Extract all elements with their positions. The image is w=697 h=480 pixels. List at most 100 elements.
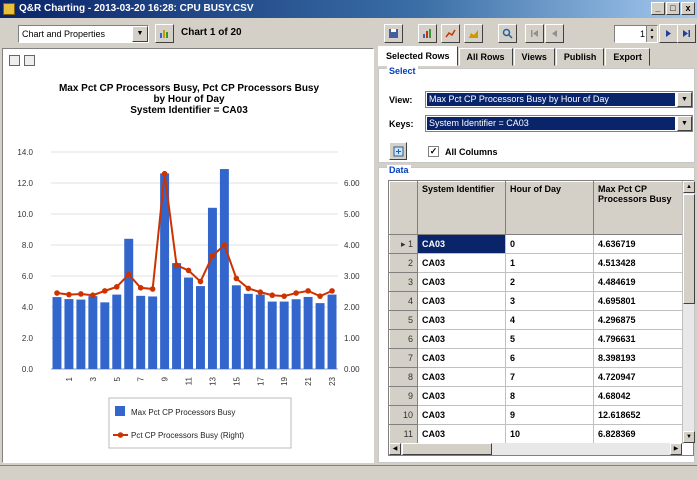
cell-max[interactable]: 4.695801: [593, 291, 684, 311]
column-header-hour[interactable]: Hour of Day: [505, 181, 594, 235]
table-row[interactable]: 10 CA03 9 12.618652: [389, 405, 684, 425]
cell-max[interactable]: 8.398193: [593, 348, 684, 368]
row-number[interactable]: 2: [389, 253, 418, 273]
scroll-thumb[interactable]: [683, 194, 695, 304]
scroll-down-icon[interactable]: ▼: [683, 431, 695, 443]
scroll-right-icon[interactable]: ▶: [670, 443, 682, 455]
row-number[interactable]: 11: [389, 424, 418, 444]
cell-hour[interactable]: 9: [505, 405, 594, 425]
cell-max[interactable]: 4.68042: [593, 386, 684, 406]
row-number[interactable]: 6: [389, 329, 418, 349]
keys-select[interactable]: System Identifier = CA03 ▼: [425, 115, 693, 132]
cell-hour[interactable]: 2: [505, 272, 594, 292]
cell-system[interactable]: CA03: [417, 310, 506, 330]
scroll-left-icon[interactable]: ◀: [389, 443, 401, 455]
cell-max[interactable]: 4.720947: [593, 367, 684, 387]
cell-max[interactable]: 6.828369: [593, 424, 684, 444]
table-row[interactable]: 2 CA03 1 4.513428: [389, 253, 684, 273]
row-number[interactable]: 4: [389, 291, 418, 311]
row-number[interactable]: ▸ 1: [389, 234, 418, 254]
filter-icon: [393, 146, 404, 157]
chart-bar-button[interactable]: [418, 24, 437, 43]
cell-max[interactable]: 4.513428: [593, 253, 684, 273]
table-row[interactable]: 6 CA03 5 4.796631: [389, 329, 684, 349]
row-number[interactable]: 5: [389, 310, 418, 330]
table-row[interactable]: 4 CA03 3 4.695801: [389, 291, 684, 311]
row-number[interactable]: 10: [389, 405, 418, 425]
view-select[interactable]: Max Pct CP Processors Busy by Hour of Da…: [425, 91, 693, 108]
hscroll-thumb[interactable]: [402, 443, 492, 455]
cell-system[interactable]: CA03: [417, 348, 506, 368]
cell-system[interactable]: CA03: [417, 253, 506, 273]
cell-max[interactable]: 4.796631: [593, 329, 684, 349]
table-row[interactable]: ▸ 1 CA03 0 4.636719: [389, 234, 684, 254]
row-number[interactable]: 7: [389, 348, 418, 368]
cell-max[interactable]: 4.636719: [593, 234, 684, 254]
page-spinner[interactable]: 1 ▲ ▼: [614, 25, 658, 43]
cell-hour[interactable]: 7: [505, 367, 594, 387]
bar: [207, 207, 217, 369]
tab-export[interactable]: Export: [605, 48, 650, 66]
cell-hour[interactable]: 0: [505, 234, 594, 254]
zoom-button[interactable]: [498, 24, 517, 43]
row-header-corner: [389, 181, 418, 235]
cell-system[interactable]: CA03: [417, 291, 506, 311]
cell-system[interactable]: CA03: [417, 405, 506, 425]
data-grid[interactable]: System Identifier Hour of Day Max Pct CP…: [388, 180, 694, 456]
row-number[interactable]: 9: [389, 386, 418, 406]
minimize-button[interactable]: _: [651, 2, 665, 15]
table-row[interactable]: 9 CA03 8 4.68042: [389, 386, 684, 406]
chart-line-button[interactable]: [441, 24, 460, 43]
tab-views[interactable]: Views: [513, 48, 555, 66]
cell-system[interactable]: CA03: [417, 234, 506, 254]
apply-filter-button[interactable]: [389, 142, 407, 160]
cell-system[interactable]: CA03: [417, 424, 506, 444]
save-button[interactable]: [384, 24, 403, 43]
cell-max[interactable]: 12.618652: [593, 405, 684, 425]
next-page-button[interactable]: [659, 24, 678, 43]
cell-max[interactable]: 4.484619: [593, 272, 684, 292]
cell-system[interactable]: CA03: [417, 329, 506, 349]
row-number[interactable]: 8: [389, 367, 418, 387]
bar: [196, 286, 205, 369]
cell-hour[interactable]: 6: [505, 348, 594, 368]
chevron-down-icon[interactable]: ▼: [677, 92, 692, 107]
chart-navigator-button[interactable]: [155, 24, 174, 43]
cell-system[interactable]: CA03: [417, 386, 506, 406]
close-button[interactable]: x: [681, 2, 695, 15]
table-row[interactable]: 5 CA03 4 4.296875: [389, 310, 684, 330]
cell-hour[interactable]: 1: [505, 253, 594, 273]
cell-hour[interactable]: 10: [505, 424, 594, 444]
table-row[interactable]: 8 CA03 7 4.720947: [389, 367, 684, 387]
table-row[interactable]: 7 CA03 6 8.398193: [389, 348, 684, 368]
cell-hour[interactable]: 5: [505, 329, 594, 349]
restore-button[interactable]: □: [666, 2, 680, 15]
row-number[interactable]: 3: [389, 272, 418, 292]
cell-system[interactable]: CA03: [417, 367, 506, 387]
cell-hour[interactable]: 8: [505, 386, 594, 406]
scroll-up-icon[interactable]: ▲: [683, 181, 695, 193]
chevron-down-icon[interactable]: ▼: [132, 26, 148, 42]
cell-hour[interactable]: 4: [505, 310, 594, 330]
table-row[interactable]: 3 CA03 2 4.484619: [389, 272, 684, 292]
chevron-down-icon[interactable]: ▼: [677, 116, 692, 131]
column-header-system[interactable]: System Identifier: [417, 181, 506, 235]
prev-page-button[interactable]: [545, 24, 564, 43]
first-page-button[interactable]: [525, 24, 544, 43]
last-page-button[interactable]: [677, 24, 696, 43]
table-row[interactable]: 11 CA03 10 6.828369: [389, 424, 684, 444]
column-header-max[interactable]: Max Pct CP Processors Busy: [593, 181, 684, 235]
cell-system[interactable]: CA03: [417, 272, 506, 292]
chart-icon: [160, 30, 168, 38]
tab-all-rows[interactable]: All Rows: [458, 48, 513, 66]
tab-publish[interactable]: Publish: [555, 48, 605, 66]
cell-max[interactable]: 4.296875: [593, 310, 684, 330]
cell-hour[interactable]: 3: [505, 291, 594, 311]
spinner-arrows-icon[interactable]: ▲ ▼: [646, 26, 657, 42]
chart-area-button[interactable]: [464, 24, 483, 43]
tab-selected-rows[interactable]: Selected Rows: [378, 46, 458, 66]
horizontal-scrollbar[interactable]: ◀ ▶: [389, 443, 682, 455]
view-mode-select[interactable]: Chart and Properties ▼: [18, 25, 149, 43]
vertical-scrollbar[interactable]: ▲ ▼: [682, 181, 695, 443]
all-columns-checkbox[interactable]: ✓: [428, 146, 439, 157]
